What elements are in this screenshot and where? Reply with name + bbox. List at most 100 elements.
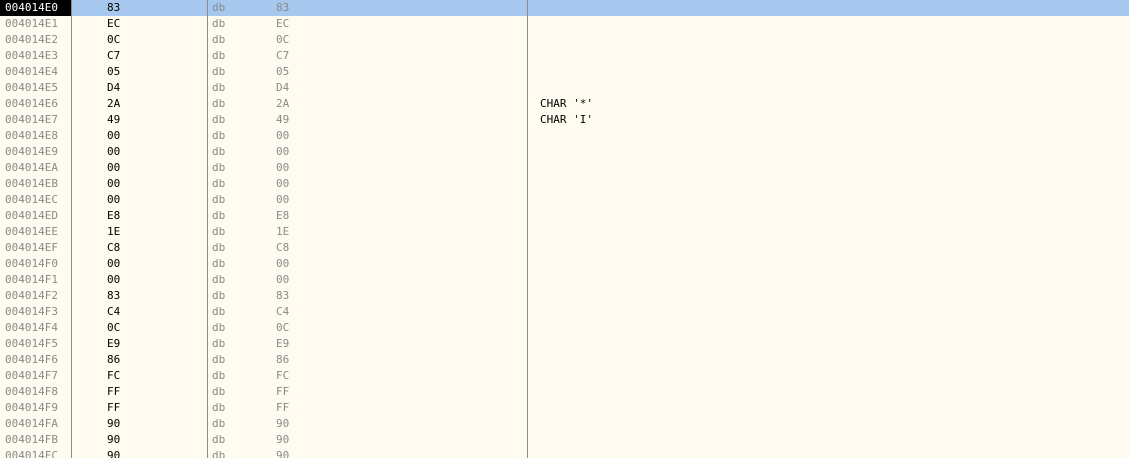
table-row-selected[interactable]: 004014E0 83 db 83 — [0, 0, 1129, 16]
table-row[interactable]: 004014FC 90 db 90 — [0, 448, 1129, 458]
operand-cell: 86 — [276, 353, 290, 366]
mnemonic-cell: db — [212, 33, 226, 46]
table-row[interactable]: 004014F3 C4 db C4 — [0, 304, 1129, 320]
table-row[interactable]: 004014F5 E9 db E9 — [0, 336, 1129, 352]
address-cell: 004014EB — [5, 177, 58, 190]
address-cell: 004014EA — [5, 161, 58, 174]
table-row[interactable]: 004014ED E8 db E8 — [0, 208, 1129, 224]
mnemonic-cell: db — [212, 65, 226, 78]
mnemonic-cell: db — [212, 49, 226, 62]
operand-cell: E8 — [276, 209, 290, 222]
mnemonic-cell: db — [212, 257, 226, 270]
address-cell: 004014F6 — [5, 353, 58, 366]
hex-bytes-cell: 2A — [107, 97, 121, 110]
table-row[interactable]: 004014E8 00 db 00 — [0, 128, 1129, 144]
comment-cell — [540, 256, 740, 272]
address-cell: 004014F4 — [5, 321, 58, 334]
table-row[interactable]: 004014E6 2A db 2A CHAR '*' — [0, 96, 1129, 112]
hex-bytes-cell: 0C — [107, 321, 121, 334]
hex-bytes-cell: C8 — [107, 241, 121, 254]
mnemonic-cell: db — [212, 433, 226, 446]
mnemonic-cell: db — [212, 337, 226, 350]
table-row[interactable]: 004014FA 90 db 90 — [0, 416, 1129, 432]
hex-bytes-cell: 00 — [107, 177, 121, 190]
mnemonic-cell: db — [212, 241, 226, 254]
address-cell: 004014E6 — [5, 97, 58, 110]
operand-cell: 00 — [276, 177, 290, 190]
mnemonic-cell: db — [212, 17, 226, 30]
mnemonic-cell: db — [212, 145, 226, 158]
address-cell: 004014FC — [5, 449, 58, 458]
mnemonic-cell: db — [212, 113, 226, 126]
comment-cell — [540, 128, 740, 144]
column-separator[interactable] — [71, 0, 72, 458]
table-row[interactable]: 004014EC 00 db 00 — [0, 192, 1129, 208]
comment-cell: CHAR 'I' — [540, 113, 593, 126]
operand-cell: 0C — [276, 321, 290, 334]
hex-bytes-cell: 90 — [107, 417, 121, 430]
hex-bytes-cell: 00 — [107, 193, 121, 206]
comment-cell — [540, 48, 740, 64]
operand-cell: C8 — [276, 241, 290, 254]
mnemonic-cell: db — [212, 273, 226, 286]
operand-cell: FF — [276, 401, 290, 414]
table-row[interactable]: 004014E3 C7 db C7 — [0, 48, 1129, 64]
table-row[interactable]: 004014F8 FF db FF — [0, 384, 1129, 400]
hex-bytes-cell: 00 — [107, 161, 121, 174]
mnemonic-cell: db — [212, 161, 226, 174]
table-row[interactable]: 004014E2 0C db 0C — [0, 32, 1129, 48]
table-row[interactable]: 004014F1 00 db 00 — [0, 272, 1129, 288]
table-row[interactable]: 004014FB 90 db 90 — [0, 432, 1129, 448]
hex-bytes-cell: FF — [107, 385, 121, 398]
disassembly-view[interactable]: 004014E0 83 db 83 004014E1 EC db EC 004014E2 0C db… — [0, 0, 1129, 458]
hex-bytes-cell: 00 — [107, 129, 121, 142]
operand-cell: 49 — [276, 113, 290, 126]
table-row[interactable]: 004014E5 D4 db D4 — [0, 80, 1129, 96]
address-cell: 004014E4 — [5, 65, 58, 78]
operand-cell: 83 — [276, 289, 290, 302]
table-row[interactable]: 004014E9 00 db 00 — [0, 144, 1129, 160]
hex-bytes-cell: 0C — [107, 33, 121, 46]
comment-cell — [540, 400, 740, 416]
table-row[interactable]: 004014E4 05 db 05 — [0, 64, 1129, 80]
comment-cell — [540, 64, 740, 80]
operand-cell: 00 — [276, 273, 290, 286]
column-separator[interactable] — [207, 0, 208, 458]
table-row[interactable]: 004014EA 00 db 00 — [0, 160, 1129, 176]
operand-cell: 00 — [276, 193, 290, 206]
table-row[interactable]: 004014EF C8 db C8 — [0, 240, 1129, 256]
operand-cell: 1E — [276, 225, 290, 238]
comment-cell — [540, 288, 740, 304]
table-row[interactable]: 004014F7 FC db FC — [0, 368, 1129, 384]
table-row[interactable]: 004014EE 1E db 1E — [0, 224, 1129, 240]
table-row[interactable]: 004014F2 83 db 83 — [0, 288, 1129, 304]
hex-bytes-cell: D4 — [107, 81, 121, 94]
comment-cell — [540, 448, 740, 458]
hex-bytes-cell: FC — [107, 369, 121, 382]
hex-bytes-cell: C7 — [107, 49, 121, 62]
mnemonic-cell: db — [212, 81, 226, 94]
address-cell: 004014ED — [5, 209, 58, 222]
address-cell: 004014FB — [5, 433, 58, 446]
comment-cell — [540, 384, 740, 400]
column-separator[interactable] — [527, 0, 528, 458]
operand-cell: FC — [276, 369, 290, 382]
mnemonic-cell: db — [212, 1, 226, 14]
mnemonic-cell: db — [212, 97, 226, 110]
operand-cell: 00 — [276, 129, 290, 142]
mnemonic-cell: db — [212, 129, 226, 142]
comment-cell — [540, 336, 740, 352]
table-row[interactable]: 004014E7 49 db 49 CHAR 'I' — [0, 112, 1129, 128]
address-cell: 004014F5 — [5, 337, 58, 350]
table-row[interactable]: 004014EB 00 db 00 — [0, 176, 1129, 192]
mnemonic-cell: db — [212, 289, 226, 302]
hex-bytes-cell: E9 — [107, 337, 121, 350]
comment-cell — [540, 224, 740, 240]
table-row[interactable]: 004014F4 0C db 0C — [0, 320, 1129, 336]
address-cell: 004014F3 — [5, 305, 58, 318]
operand-cell: 2A — [276, 97, 290, 110]
table-row[interactable]: 004014F0 00 db 00 — [0, 256, 1129, 272]
table-row[interactable]: 004014F9 FF db FF — [0, 400, 1129, 416]
table-row[interactable]: 004014E1 EC db EC — [0, 16, 1129, 32]
table-row[interactable]: 004014F6 86 db 86 — [0, 352, 1129, 368]
